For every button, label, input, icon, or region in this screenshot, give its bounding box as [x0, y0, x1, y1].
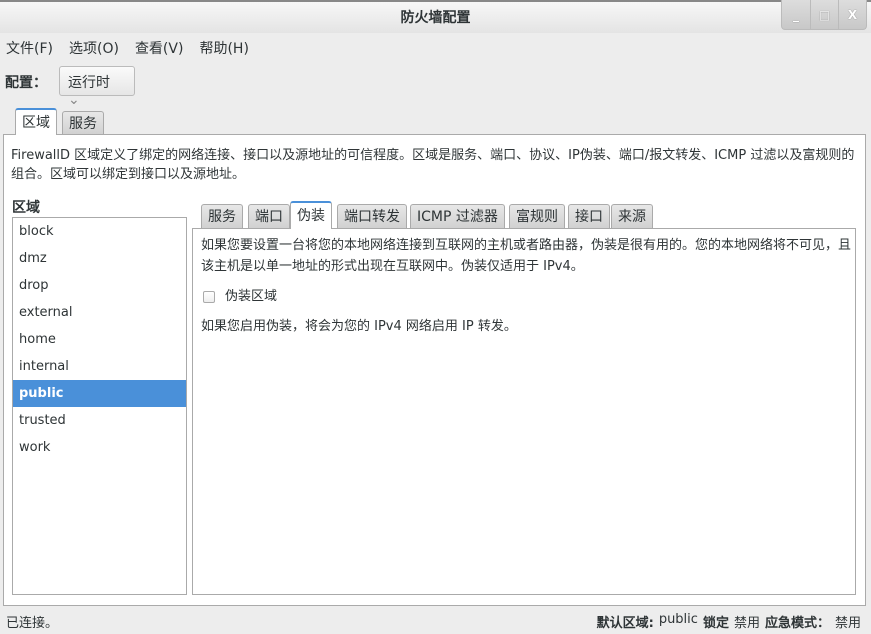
minimize-button[interactable]: _	[782, 0, 810, 29]
masquerade-panel: 如果您要设置一台将您的本地网络连接到互联网的主机或者路由器，伪装是很有用的。您的…	[192, 228, 856, 595]
panic-label: 应急模式：	[764, 616, 830, 631]
config-value: 运行时	[68, 75, 110, 91]
status-info: 默认区域: public 锁定 禁用 应急模式： 禁用	[597, 612, 861, 631]
zones-description: FirewallD 区域定义了绑定的网络连接、接口以及源地址的可信程度。区域是服…	[11, 148, 855, 182]
tab-inner-sources[interactable]: 来源	[611, 204, 653, 229]
masquerade-checkbox[interactable]	[203, 291, 215, 303]
chevron-down-icon: ⌄	[68, 92, 80, 108]
tab-inner-icmp-filter[interactable]: ICMP 过滤器	[410, 204, 505, 229]
menu-bar: 文件(F) 选项(O) 查看(V) 帮助(H)	[6, 38, 249, 58]
default-zone-label: 默认区域:	[596, 616, 654, 631]
zone-item-block[interactable]: block	[13, 218, 186, 245]
config-dropdown[interactable]: 运行时 ⌄	[59, 66, 135, 108]
maximize-button[interactable]: □	[810, 0, 838, 29]
config-label: 配置：	[5, 75, 47, 91]
close-button[interactable]: X	[838, 0, 866, 29]
zone-list-label: 区域	[12, 200, 40, 216]
menu-file[interactable]: 文件(F)	[6, 38, 53, 58]
panic-value: 禁用	[834, 616, 861, 631]
tab-zones[interactable]: 区域	[15, 108, 57, 135]
connection-status: 已连接。	[6, 616, 59, 631]
tab-inner-ports[interactable]: 端口	[248, 204, 290, 229]
masquerade-info: 如果您要设置一台将您的本地网络连接到互联网的主机或者路由器，伪装是很有用的。您的…	[201, 238, 852, 274]
zone-item-public[interactable]: public	[13, 380, 186, 407]
masquerade-note: 如果您启用伪装，将会为您的 IPv4 网络启用 IP 转发。	[201, 319, 517, 334]
lock-label: 锁定	[702, 616, 729, 631]
zone-item-drop[interactable]: drop	[13, 272, 186, 299]
zone-item-external[interactable]: external	[13, 299, 186, 326]
masquerade-checkbox-label[interactable]: 伪装区域	[225, 286, 277, 307]
tab-services[interactable]: 服务	[62, 111, 104, 135]
tab-inner-interfaces[interactable]: 接口	[568, 204, 610, 229]
zone-list[interactable]: block dmz drop external home internal pu…	[12, 217, 187, 595]
window-controls: _ □ X	[781, 0, 867, 30]
zone-item-internal[interactable]: internal	[13, 353, 186, 380]
zone-item-trusted[interactable]: trusted	[13, 407, 186, 434]
tab-inner-services[interactable]: 服务	[201, 204, 243, 229]
zone-item-work[interactable]: work	[13, 434, 186, 461]
tab-inner-port-forward[interactable]: 端口转发	[337, 204, 407, 229]
zone-item-home[interactable]: home	[13, 326, 186, 353]
zone-item-dmz[interactable]: dmz	[13, 245, 186, 272]
window-title: 防火墙配置	[400, 10, 471, 26]
menu-help[interactable]: 帮助(H)	[199, 38, 248, 58]
tab-inner-masquerade[interactable]: 伪装	[290, 201, 332, 229]
lock-value: 禁用	[733, 616, 760, 631]
tab-inner-rich-rules[interactable]: 富规则	[509, 204, 565, 229]
menu-options[interactable]: 选项(O)	[69, 38, 119, 58]
default-zone-value: public	[658, 612, 698, 627]
menu-view[interactable]: 查看(V)	[135, 38, 184, 58]
